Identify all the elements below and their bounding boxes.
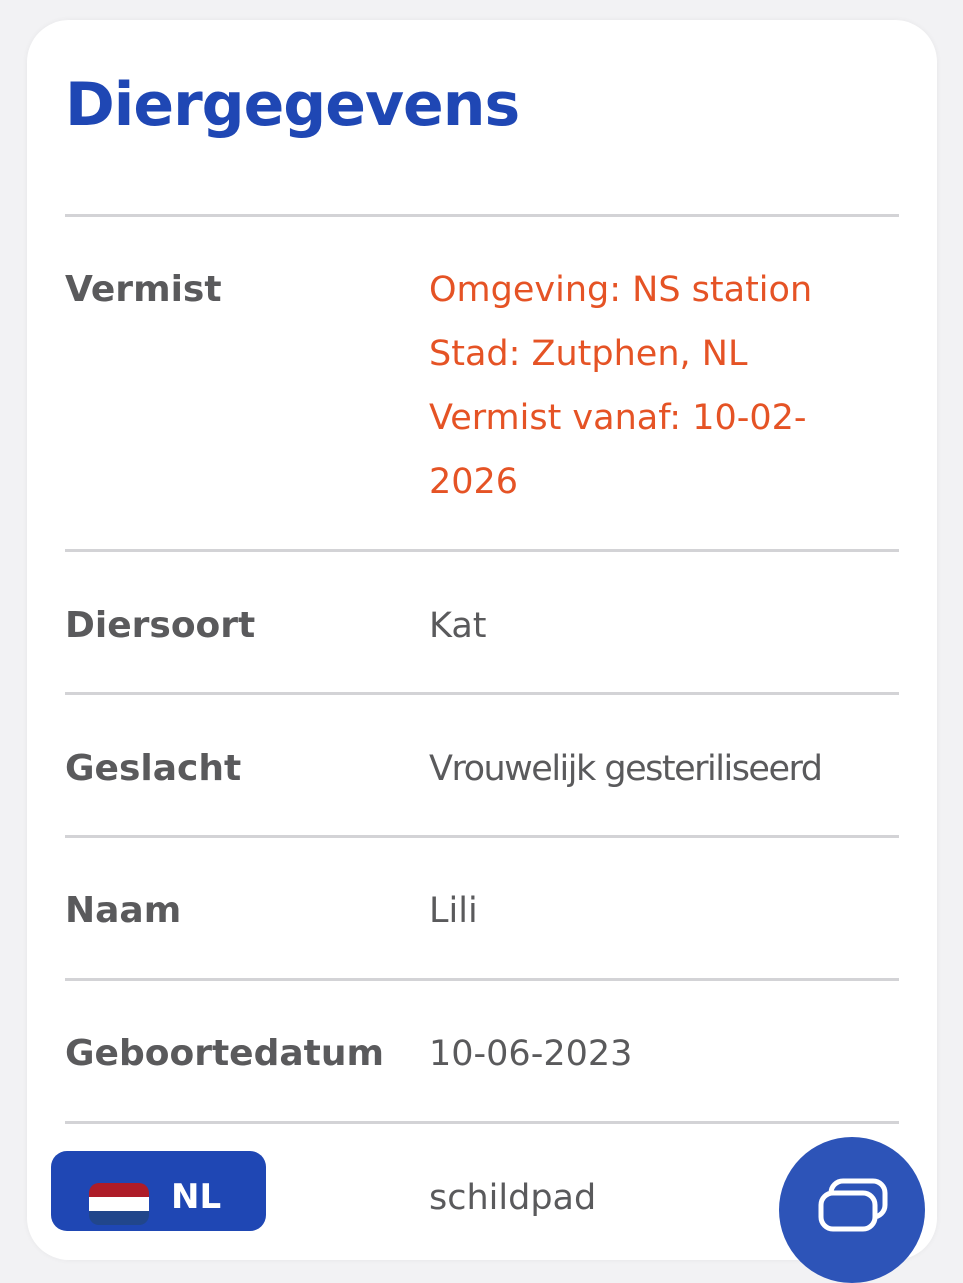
- missing-city: Stad: Zutphen, NL: [429, 334, 748, 374]
- value-birthdate: 10-06-2023: [429, 1034, 633, 1074]
- page-title: Diergegevens: [65, 70, 520, 140]
- chat-icon: [818, 1178, 888, 1232]
- divider: [65, 1121, 899, 1124]
- netherlands-flag-icon: [89, 1183, 149, 1225]
- divider: [65, 692, 899, 695]
- value-species: Kat: [429, 606, 487, 646]
- divider: [65, 978, 899, 981]
- label-missing: Vermist: [65, 269, 222, 310]
- chat-button[interactable]: [779, 1137, 925, 1283]
- missing-since: Vermist vanaf: 10-02-: [429, 398, 807, 438]
- label-sex: Geslacht: [65, 748, 242, 789]
- value-sex: Vrouwelijk gesteriliseerd: [429, 749, 823, 789]
- language-switcher-button[interactable]: NL: [51, 1151, 266, 1231]
- value-name: Lili: [429, 891, 478, 931]
- language-label: NL: [171, 1177, 222, 1217]
- label-birthdate: Geboortedatum: [65, 1033, 384, 1074]
- label-name: Naam: [65, 890, 182, 931]
- missing-location: Omgeving: NS station: [429, 270, 813, 310]
- label-species: Diersoort: [65, 605, 256, 646]
- divider: [65, 835, 899, 838]
- divider: [65, 549, 899, 552]
- missing-since-year: 2026: [429, 462, 519, 502]
- divider: [65, 214, 899, 217]
